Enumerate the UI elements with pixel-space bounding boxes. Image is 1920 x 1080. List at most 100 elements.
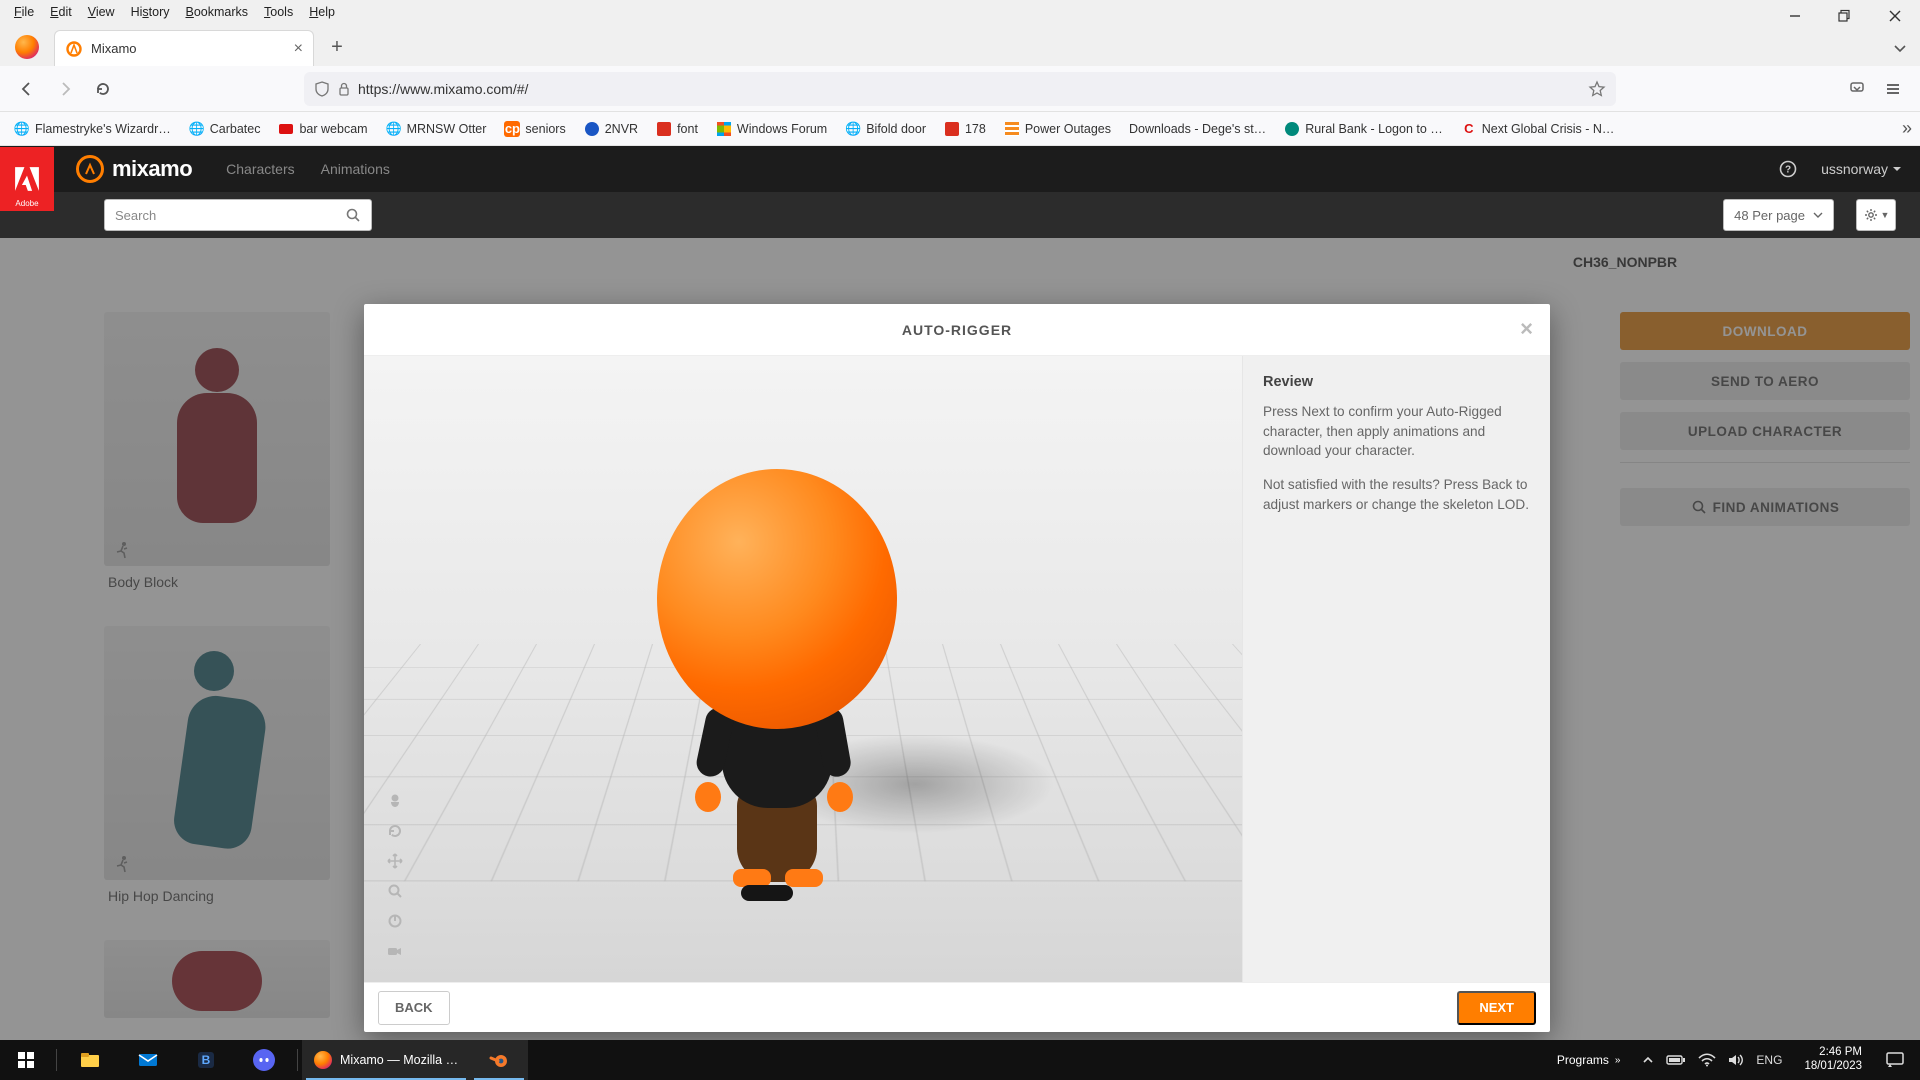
bookmarks-overflow-button[interactable]: »	[1902, 118, 1912, 139]
tab-overflow-button[interactable]	[1892, 40, 1908, 56]
auto-rigger-modal: AUTO-RIGGER × Review Press Next	[364, 304, 1550, 1032]
bookmark-power[interactable]: Power Outages	[998, 119, 1117, 139]
mixamo-brand[interactable]: mixamo	[76, 155, 192, 183]
taskbar-discord[interactable]	[235, 1040, 293, 1080]
svg-text:?: ?	[1785, 165, 1791, 176]
menu-file[interactable]: File	[6, 5, 42, 19]
per-page-select[interactable]: 48 Per page	[1723, 199, 1834, 231]
bookmark-mrnsw[interactable]: 🌐MRNSW Otter	[380, 119, 493, 139]
taskbar-firefox[interactable]: Mixamo — Mozilla …	[302, 1040, 470, 1080]
bookmark-star-button[interactable]	[1588, 80, 1606, 98]
nav-animations[interactable]: Animations	[321, 161, 390, 177]
battery-icon[interactable]	[1666, 1054, 1686, 1066]
browser-tab[interactable]: Mixamo ×	[54, 30, 314, 66]
taskbar-app-b[interactable]: B	[177, 1040, 235, 1080]
bookmark-bifold[interactable]: 🌐Bifold door	[839, 119, 932, 139]
search-icon	[345, 207, 361, 223]
taskbar-explorer[interactable]	[61, 1040, 119, 1080]
ms-icon	[716, 121, 732, 137]
power-button[interactable]	[384, 910, 406, 932]
firefox-nav-bar: https://www.mixamo.com/#/	[0, 66, 1920, 112]
bookmark-font[interactable]: font	[650, 119, 704, 139]
app-menu-button[interactable]	[1876, 72, 1910, 106]
menu-history[interactable]: History	[123, 5, 178, 19]
tab-close-button[interactable]: ×	[294, 40, 303, 58]
tray-overflow-button[interactable]	[1642, 1054, 1654, 1066]
globe-icon: 🌐	[189, 121, 205, 137]
url-bar[interactable]: https://www.mixamo.com/#/	[304, 72, 1616, 106]
adobe-logo-icon[interactable]: Adobe	[0, 147, 54, 211]
shading-button[interactable]	[384, 790, 406, 812]
search-input[interactable]: Search	[104, 199, 372, 231]
adobe-icon	[656, 121, 672, 137]
review-text-1: Press Next to confirm your Auto-Rigged c…	[1263, 402, 1530, 461]
taskbar-programs-toolbar[interactable]: Programs »	[1547, 1053, 1631, 1067]
bookmarks-toolbar: 🌐Flamestryke's Wizardr… 🌐Carbatec bar we…	[0, 112, 1920, 146]
bookmark-flamestryke[interactable]: 🌐Flamestryke's Wizardr…	[8, 119, 177, 139]
modal-footer: BACK NEXT	[364, 982, 1550, 1032]
globe-icon: 🌐	[845, 121, 861, 137]
bookmark-seniors[interactable]: cpseniors	[498, 119, 571, 139]
start-button[interactable]	[0, 1040, 52, 1080]
review-panel: Review Press Next to confirm your Auto-R…	[1242, 356, 1550, 982]
taskbar-mail[interactable]	[119, 1040, 177, 1080]
back-button[interactable]	[10, 72, 44, 106]
favicon-icon	[278, 121, 294, 137]
globe-icon: 🌐	[14, 121, 30, 137]
lock-icon	[336, 81, 352, 97]
firefox-logo-icon	[8, 28, 46, 66]
user-menu[interactable]: ussnorway	[1821, 161, 1902, 177]
modal-title-bar: AUTO-RIGGER ×	[364, 304, 1550, 356]
menu-help[interactable]: Help	[301, 5, 343, 19]
taskbar-clock[interactable]: 2:46 PM 18/01/2023	[1794, 1046, 1872, 1074]
reset-view-button[interactable]	[384, 820, 406, 842]
menu-bookmarks[interactable]: Bookmarks	[178, 5, 257, 19]
mixamo-toolbar: Search 48 Per page ▼	[0, 192, 1920, 238]
zoom-button[interactable]	[384, 880, 406, 902]
firefox-tab-bar: Mixamo × +	[0, 24, 1920, 66]
windows-taskbar: B Mixamo — Mozilla … Programs »	[0, 1040, 1920, 1080]
volume-icon[interactable]	[1728, 1053, 1744, 1067]
review-text-2: Not satisfied with the results? Press Ba…	[1263, 475, 1530, 514]
viewport-3d[interactable]	[364, 356, 1242, 982]
bookmark-dege[interactable]: Downloads - Dege's st…	[1123, 120, 1272, 138]
menu-view[interactable]: View	[80, 5, 123, 19]
new-tab-button[interactable]: +	[322, 32, 352, 62]
mixamo-logo-icon	[76, 155, 104, 183]
globe-icon: 🌐	[386, 121, 402, 137]
taskbar-blender[interactable]	[470, 1040, 528, 1080]
favicon-icon	[584, 121, 600, 137]
shield-icon	[314, 81, 330, 97]
modal-close-button[interactable]: ×	[1520, 316, 1534, 342]
menu-tools[interactable]: Tools	[256, 5, 301, 19]
action-center-button[interactable]	[1874, 1040, 1916, 1080]
next-button[interactable]: NEXT	[1457, 991, 1536, 1025]
bookmark-2nvr[interactable]: 2NVR	[578, 119, 644, 139]
save-pocket-button[interactable]	[1840, 72, 1874, 106]
nav-characters[interactable]: Characters	[226, 161, 294, 177]
svg-text:B: B	[202, 1053, 211, 1067]
bookmark-windows-forum[interactable]: Windows Forum	[710, 119, 833, 139]
bookmark-carbatec[interactable]: 🌐Carbatec	[183, 119, 267, 139]
bookmark-bar-webcam[interactable]: bar webcam	[272, 119, 373, 139]
reload-button[interactable]	[86, 72, 120, 106]
tab-title: Mixamo	[91, 41, 137, 56]
bookmark-next-global[interactable]: CNext Global Crisis - N…	[1455, 119, 1621, 139]
help-button[interactable]: ?	[1779, 160, 1797, 178]
favicon-icon: cp	[504, 121, 520, 137]
language-indicator[interactable]: ENG	[1756, 1053, 1782, 1067]
mixamo-favicon-icon	[65, 40, 83, 58]
camera-button[interactable]	[384, 940, 406, 962]
bookmark-rural[interactable]: Rural Bank - Logon to …	[1278, 119, 1449, 139]
system-tray: ENG	[1632, 1053, 1792, 1067]
pan-button[interactable]	[384, 850, 406, 872]
mixamo-header: Adobe mixamo Characters Animations ? uss…	[0, 146, 1920, 192]
wifi-icon[interactable]	[1698, 1053, 1716, 1067]
menu-edit[interactable]: Edit	[42, 5, 80, 19]
settings-button[interactable]: ▼	[1856, 199, 1896, 231]
back-button[interactable]: BACK	[378, 991, 450, 1025]
forward-button[interactable]	[48, 72, 82, 106]
modal-title: AUTO-RIGGER	[902, 322, 1012, 338]
favicon-icon: C	[1461, 121, 1477, 137]
bookmark-178[interactable]: 178	[938, 119, 992, 139]
